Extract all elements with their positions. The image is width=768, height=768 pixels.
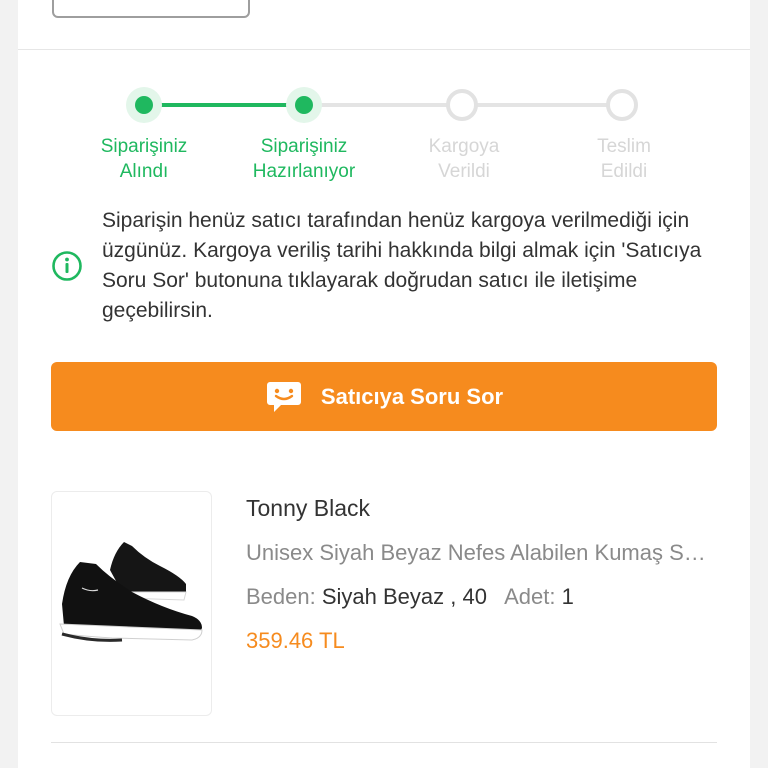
info-message: Siparişin henüz satıcı tarafından henüz …	[102, 209, 702, 322]
black-sneaker-image	[59, 542, 203, 642]
step-label-preparing: Siparişiniz Hazırlanıyor	[252, 136, 356, 182]
step-dot-preparing	[286, 87, 322, 123]
step-dot-shipped	[446, 89, 478, 121]
step-dot-received	[126, 87, 162, 123]
product-price: 359.46 TL	[246, 628, 345, 653]
size-label: Beden:	[246, 584, 316, 609]
step-label-shipped: Kargoya Verildi	[428, 136, 500, 182]
product-image[interactable]	[51, 491, 212, 716]
product-name[interactable]: Unisex Siyah Beyaz Nefes Alabilen Kumaş …	[246, 540, 718, 566]
divider	[18, 49, 750, 50]
stepper-track-pending	[464, 103, 624, 107]
step-label-received: Siparişiniz Alındı	[100, 136, 188, 182]
ask-seller-label: Satıcıya Soru Sor	[320, 383, 504, 409]
stepper-track-complete	[144, 103, 304, 107]
step-dot-delivered	[606, 89, 638, 121]
top-action-button[interactable]	[52, 0, 250, 18]
chat-bubble-icon	[266, 381, 301, 412]
product-attributes: Beden: Siyah Beyaz , 40 Adet: 1	[246, 584, 574, 610]
size-value: Siyah Beyaz , 40	[321, 584, 487, 609]
divider	[51, 742, 717, 743]
info-circle-icon	[52, 251, 82, 281]
product-brand: Tonny Black	[246, 495, 371, 521]
quantity-label: Adet:	[504, 584, 556, 609]
stepper-track-pending	[304, 103, 464, 107]
step-label-delivered: Teslim Edildi	[597, 136, 651, 182]
ask-seller-button[interactable]: Satıcıya Soru Sor	[51, 362, 717, 431]
order-detail-card: Siparişiniz Alındı Siparişiniz Hazırlanı…	[18, 0, 750, 768]
quantity-value: 1	[561, 584, 574, 609]
